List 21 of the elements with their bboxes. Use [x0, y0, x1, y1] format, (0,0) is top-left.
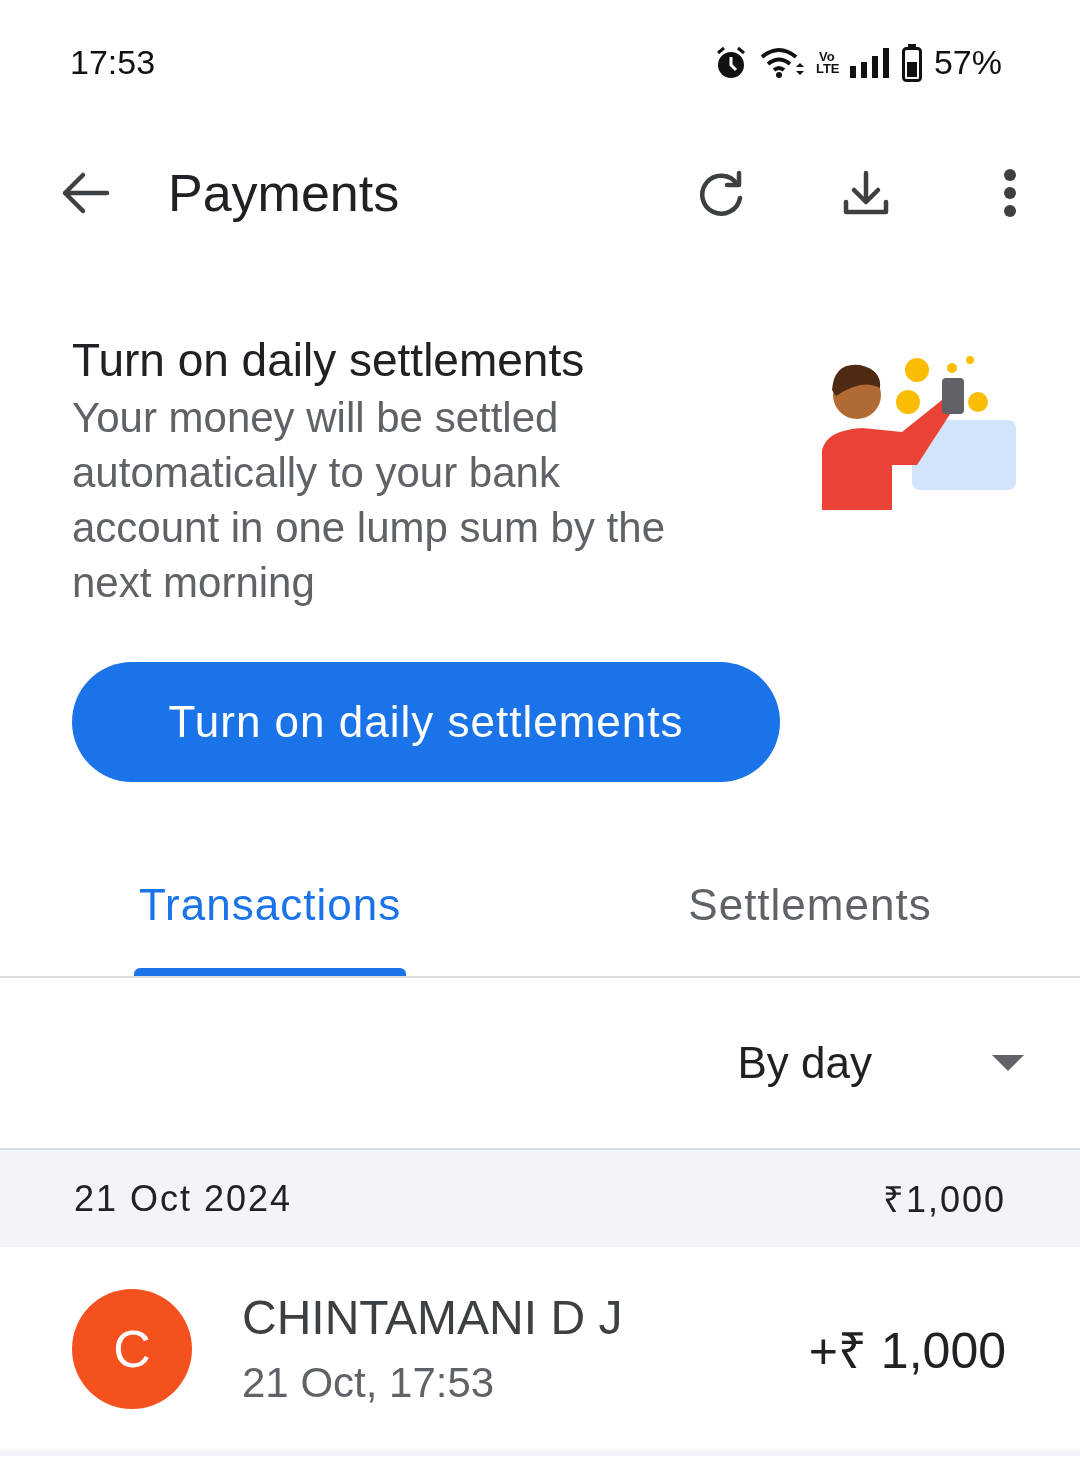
period-dropdown[interactable]: By day	[731, 1037, 1030, 1089]
turn-on-settlements-button[interactable]: Turn on daily settlements	[72, 662, 780, 782]
caret-icon	[992, 1055, 1024, 1071]
page-title: Payments	[168, 162, 401, 223]
tab[interactable]: Settlements	[540, 858, 1080, 976]
banner-title: Turn on daily settlements	[72, 333, 586, 388]
more-options-icon	[1002, 167, 1018, 218]
tab[interactable]: Transactions	[0, 858, 540, 976]
date-header: 21 Oct 2024	[74, 1177, 293, 1220]
wifi-icon	[759, 46, 804, 79]
battery-percentage: 57%	[933, 43, 1002, 82]
status-time: 17:53	[70, 43, 156, 82]
banner-description: Your money will be settled automatically to your bank account in one lump sum by the next morning	[72, 393, 666, 608]
battery-icon	[901, 43, 922, 82]
network-type-label: Vo LTE	[815, 50, 838, 75]
transaction-amount: +₹ 1,000	[808, 1321, 1006, 1381]
avatar: C	[72, 1288, 192, 1409]
transaction-time: 21 Oct, 17:53	[242, 1359, 496, 1407]
day-total: ₹1,000	[882, 1178, 1006, 1222]
payer-name: CHINTAMANI D J	[242, 1290, 624, 1345]
signal-icon	[849, 47, 890, 78]
